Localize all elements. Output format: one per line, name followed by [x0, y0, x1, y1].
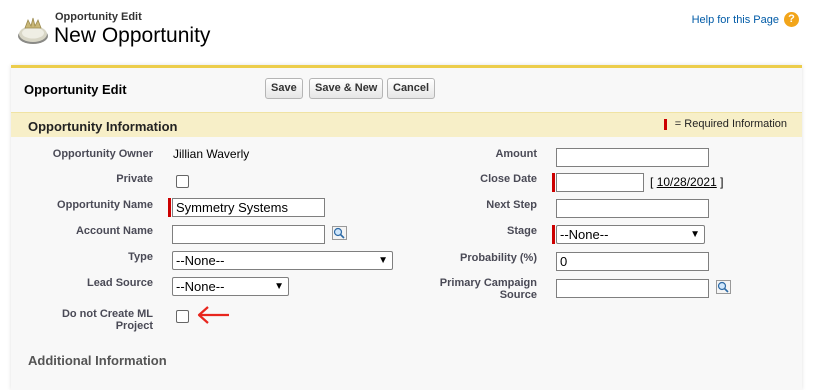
bracket: ]	[720, 175, 724, 189]
chevron-down-icon: ▼	[690, 229, 700, 240]
required-legend: = Required Information	[663, 118, 787, 130]
bracket: [	[650, 175, 654, 189]
opportunity-owner-value: Jillian Waverly	[173, 147, 250, 161]
label-close-date: Close Date	[480, 173, 537, 185]
required-marker-icon	[552, 225, 555, 244]
pageblock-title: Opportunity Edit	[24, 82, 127, 97]
label-stage: Stage	[507, 225, 537, 237]
annotation-arrow-icon	[197, 306, 229, 324]
opportunity-name-input[interactable]: Symmetry Systems	[172, 198, 325, 217]
label-private: Private	[116, 173, 153, 185]
page-subtitle: Opportunity Edit	[55, 11, 142, 23]
help-question-icon[interactable]: ?	[784, 12, 799, 27]
label-opportunity-name: Opportunity Name	[57, 199, 153, 211]
label-account-name: Account Name	[75, 225, 153, 237]
primary-campaign-source-input[interactable]	[556, 279, 709, 298]
label-line: Primary Campaign	[439, 277, 537, 289]
label-amount: Amount	[495, 148, 537, 160]
label-do-not-create-ml-project: Do not Create ML Project	[31, 308, 153, 332]
help-link-group[interactable]: Help for this Page ?	[692, 12, 799, 27]
lead-source-select[interactable]: --None-- ▼	[172, 277, 289, 296]
chevron-down-icon: ▼	[274, 281, 284, 292]
section-header-opportunity-information: Opportunity Information = Required Infor…	[11, 112, 802, 137]
label-opportunity-owner: Opportunity Owner	[52, 148, 153, 160]
chevron-down-icon: ▼	[378, 255, 388, 266]
campaign-lookup-icon[interactable]	[716, 280, 731, 294]
stage-select[interactable]: --None-- ▼	[556, 225, 705, 244]
lead-source-select-value: --None--	[176, 279, 225, 294]
type-select-value: --None--	[176, 253, 225, 268]
today-date-shortcut[interactable]: [ 10/28/2021 ]	[650, 175, 723, 189]
stage-select-value: --None--	[560, 227, 609, 242]
section-title-additional-information: Additional Information	[28, 353, 167, 368]
close-date-input[interactable]	[556, 173, 644, 192]
section-title: Opportunity Information	[28, 119, 178, 134]
label-primary-campaign-source: Primary Campaign Source	[411, 277, 537, 301]
type-select[interactable]: --None-- ▼	[172, 251, 393, 270]
do-not-create-ml-project-checkbox[interactable]	[176, 310, 189, 323]
amount-input[interactable]	[556, 148, 709, 167]
account-lookup-icon[interactable]	[332, 226, 347, 240]
required-legend-text: = Required Information	[674, 118, 787, 130]
cancel-button[interactable]: Cancel	[387, 78, 436, 99]
label-probability: Probability (%)	[459, 252, 537, 264]
label-line: Project	[115, 320, 153, 332]
label-next-step: Next Step	[486, 199, 537, 211]
probability-input[interactable]: 0	[556, 252, 709, 271]
today-date-link[interactable]: 10/28/2021	[657, 175, 717, 189]
label-lead-source: Lead Source	[86, 277, 153, 289]
required-marker-icon	[663, 118, 667, 130]
save-and-new-button[interactable]: Save & New	[309, 78, 384, 99]
next-step-input[interactable]	[556, 199, 709, 218]
label-line: Source	[499, 289, 537, 301]
account-name-input[interactable]	[172, 225, 325, 244]
opportunity-crown-icon	[18, 17, 48, 44]
label-line: Do not Create ML	[61, 308, 153, 320]
opportunity-edit-panel: Opportunity Edit Save Save & New Cancel …	[11, 65, 802, 390]
page-title: New Opportunity	[54, 24, 211, 47]
save-button[interactable]: Save	[265, 78, 303, 99]
required-marker-icon	[168, 198, 171, 217]
help-link[interactable]: Help for this Page	[692, 14, 779, 26]
required-marker-icon	[552, 173, 555, 192]
private-checkbox[interactable]	[176, 175, 189, 188]
label-type: Type	[128, 251, 153, 263]
